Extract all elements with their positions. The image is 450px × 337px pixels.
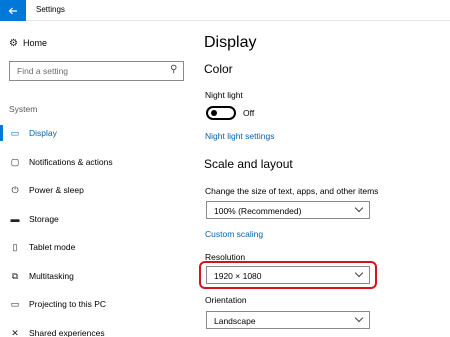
toggle-knob xyxy=(211,110,217,116)
section-heading: System xyxy=(9,104,38,114)
sidebar-item-label: Multitasking xyxy=(29,271,74,281)
sidebar-item-label: Projecting to this PC xyxy=(29,299,107,309)
sidebar-item-storage[interactable]: ▬ Storage xyxy=(0,208,195,230)
tablet-icon: ▯ xyxy=(12,241,18,252)
scale-label: Change the size of text, apps, and other… xyxy=(205,186,379,196)
scale-dropdown[interactable]: 100% (Recommended) xyxy=(206,201,370,219)
sidebar-item-multitasking[interactable]: ⧉ Multitasking xyxy=(0,265,195,287)
sidebar-item-tablet-mode[interactable]: ▯ Tablet mode xyxy=(0,236,195,258)
color-heading: Color xyxy=(204,62,233,76)
chevron-down-icon xyxy=(354,203,364,213)
sidebar-item-label: Tablet mode xyxy=(29,242,76,252)
night-light-label: Night light xyxy=(205,90,243,100)
sidebar-item-power[interactable]: ⏻ Power & sleep xyxy=(0,179,195,201)
night-light-state: Off xyxy=(243,108,255,118)
page-title: Display xyxy=(204,34,257,51)
home-link[interactable]: ⚙ Home xyxy=(9,36,47,50)
orientation-dropdown[interactable]: Landscape xyxy=(206,311,370,329)
sidebar-item-display[interactable]: ▭ Display xyxy=(0,122,195,144)
sidebar-item-projecting[interactable]: ▭ Projecting to this PC xyxy=(0,293,195,315)
sidebar-item-shared-experiences[interactable]: ✕ Shared experiences xyxy=(0,322,195,337)
search-box[interactable]: ⚲ xyxy=(9,61,184,81)
gear-icon: ⚙ xyxy=(9,37,18,49)
scale-heading: Scale and layout xyxy=(204,157,293,171)
back-arrow-icon xyxy=(8,7,17,14)
search-icon[interactable]: ⚲ xyxy=(170,64,177,75)
active-indicator xyxy=(0,125,3,141)
sidebar-item-label: Shared experiences xyxy=(29,328,105,337)
home-label: Home xyxy=(23,38,48,48)
monitor-icon: ▭ xyxy=(10,127,20,138)
sidebar-item-notifications[interactable]: ▢ Notifications & actions xyxy=(0,151,195,173)
multitasking-icon: ⧉ xyxy=(11,270,19,281)
night-light-toggle[interactable] xyxy=(206,106,236,120)
resolution-highlight xyxy=(199,261,377,289)
chevron-down-icon xyxy=(354,313,364,323)
projector-icon: ▭ xyxy=(10,298,20,309)
night-light-settings-link[interactable]: Night light settings xyxy=(205,131,274,141)
orientation-label: Orientation xyxy=(205,295,247,305)
custom-scaling-link[interactable]: Custom scaling xyxy=(205,229,263,239)
title-bar: Settings xyxy=(0,0,450,21)
storage-icon: ▬ xyxy=(10,214,20,224)
sidebar-item-label: Power & sleep xyxy=(29,185,84,195)
shared-experiences-icon: ✕ xyxy=(11,327,19,337)
sidebar-item-label: Notifications & actions xyxy=(29,157,113,167)
search-input[interactable] xyxy=(10,62,160,80)
window-title: Settings xyxy=(36,5,65,14)
scale-value: 100% (Recommended) xyxy=(214,206,302,216)
orientation-value: Landscape xyxy=(214,316,256,326)
sidebar-item-label: Display xyxy=(29,128,57,138)
sidebar-item-label: Storage xyxy=(29,214,59,224)
sidebar: ⚙ Home ⚲ System ▭ Display ▢ Notification… xyxy=(0,21,195,337)
power-icon: ⏻ xyxy=(11,184,19,195)
message-icon: ▢ xyxy=(10,156,20,167)
back-button[interactable] xyxy=(0,0,26,21)
main-content: Display Color Night light Off Night ligh… xyxy=(195,21,450,337)
